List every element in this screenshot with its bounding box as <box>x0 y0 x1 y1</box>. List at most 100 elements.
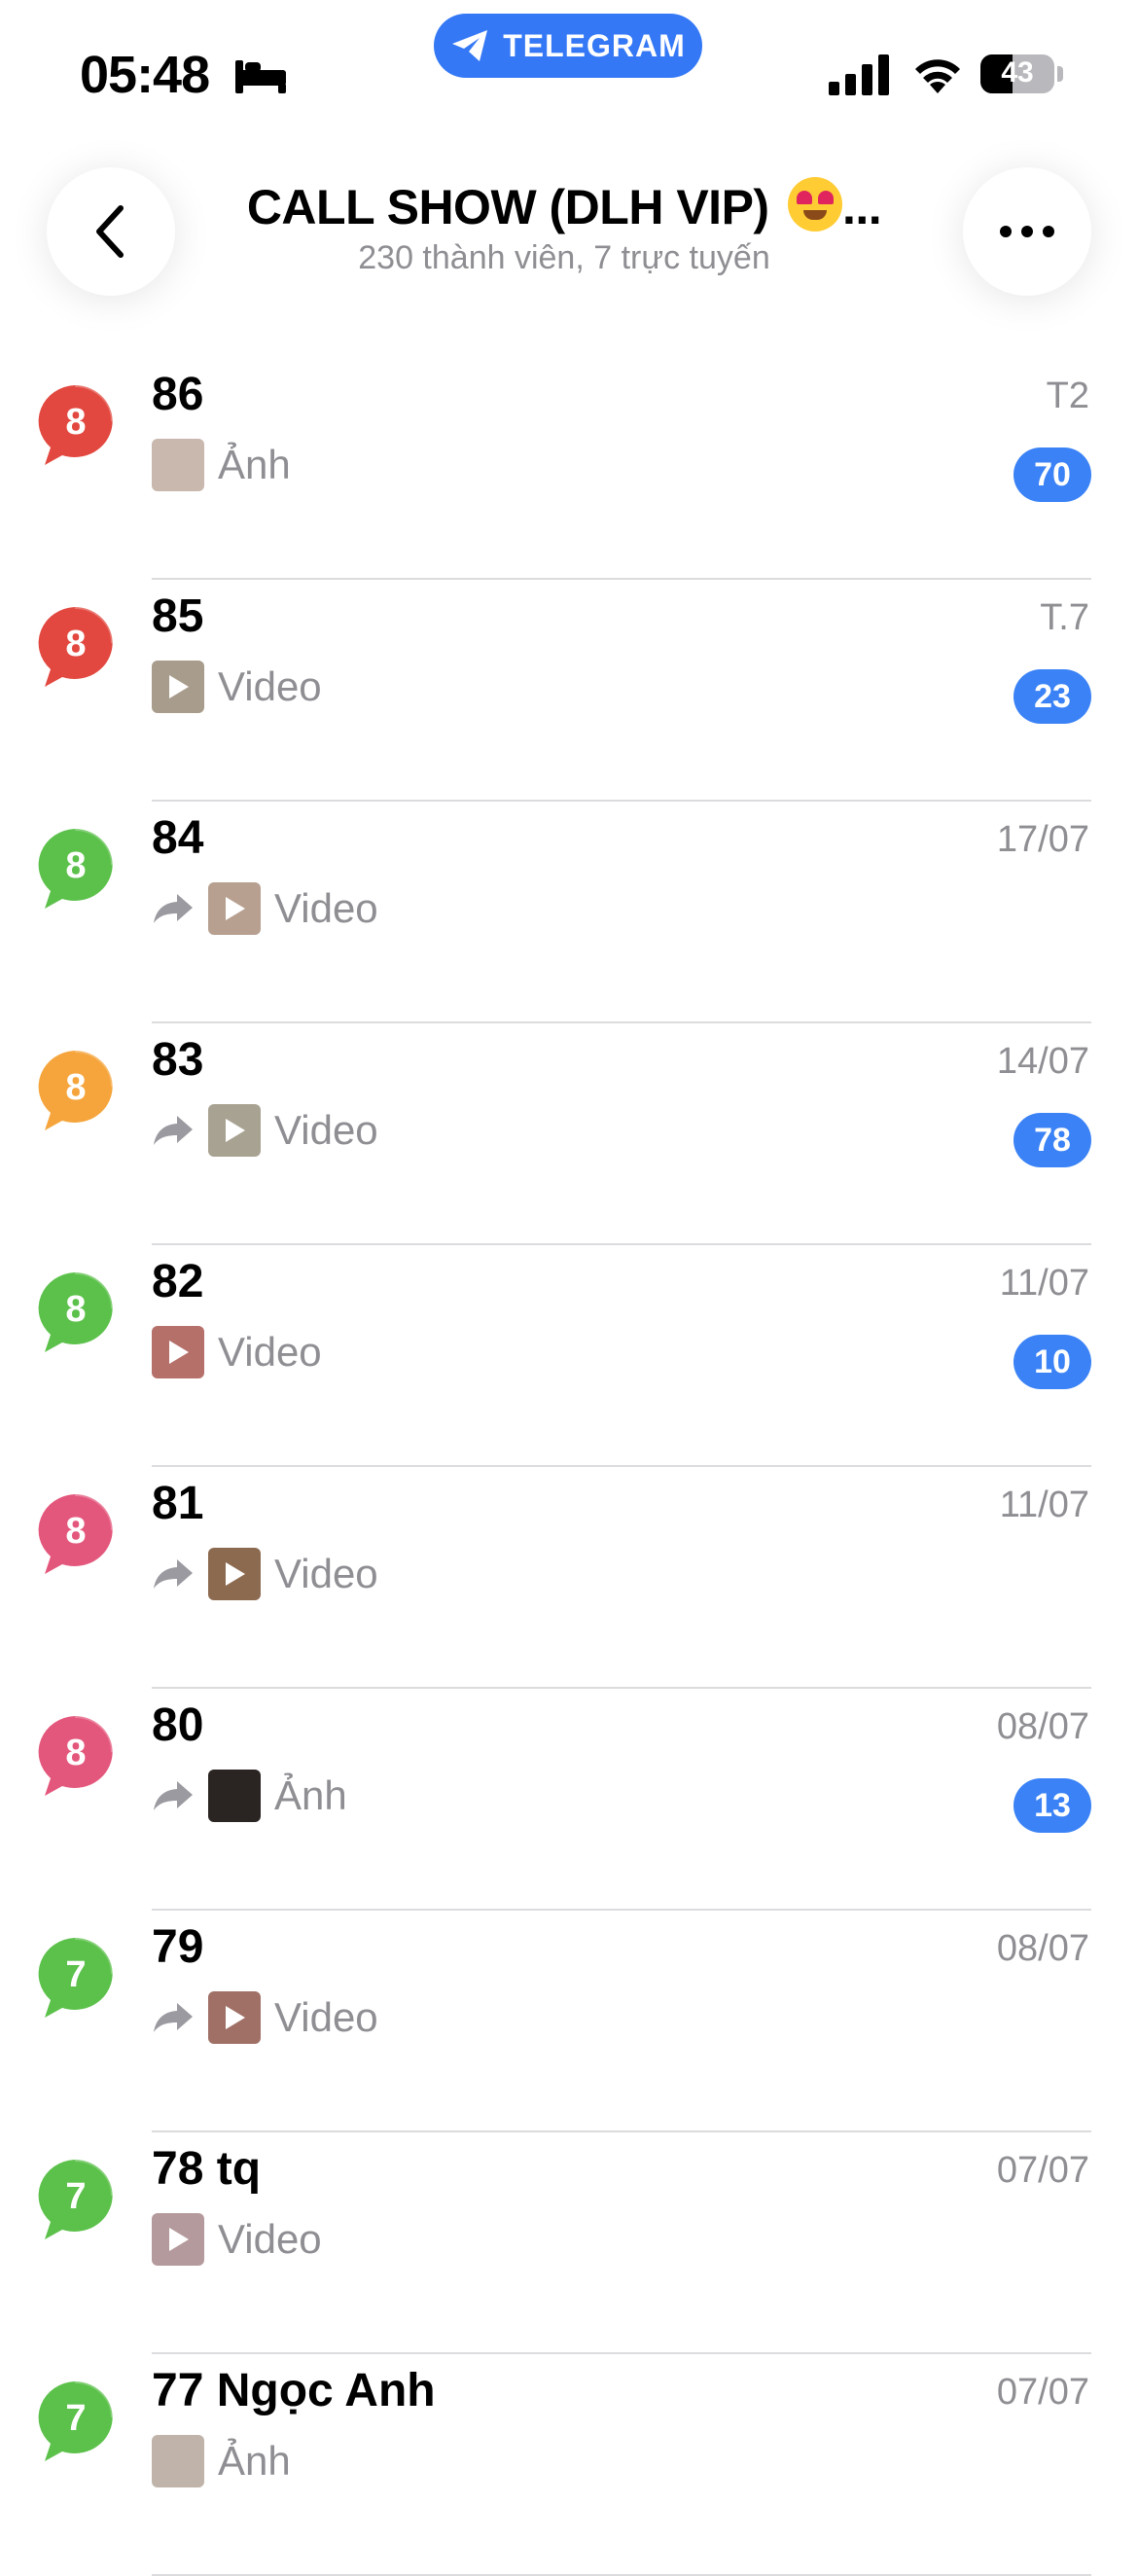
topic-date: 11/07 <box>999 1263 1089 1304</box>
topic-date: T2 <box>1046 376 1089 416</box>
topic-bubble-icon: 8 <box>38 383 115 465</box>
sleep-focus-icon <box>235 60 286 93</box>
unread-count-badge: 10 <box>1014 1335 1091 1389</box>
topic-title: 84 <box>152 812 204 864</box>
play-icon <box>169 2228 189 2251</box>
topic-last-message: Ảnh <box>152 1769 347 1823</box>
play-icon <box>226 897 245 920</box>
topic-title: 77 Ngọc Anh <box>152 2365 436 2416</box>
media-type-label: Ảnh <box>218 442 291 487</box>
telegram-plane-icon <box>452 30 488 61</box>
topic-title: 82 <box>152 1256 204 1307</box>
topic-last-message: Video <box>152 881 378 936</box>
chat-subtitle: 230 thành viên, 7 trực tuyến <box>358 239 770 276</box>
forward-arrow-icon <box>154 894 193 923</box>
topic-title: 80 <box>152 1699 204 1751</box>
topic-date: 07/07 <box>996 2372 1089 2413</box>
topic-bubble-number: 7 <box>65 2398 86 2439</box>
battery-indicator: 43 <box>980 54 1054 93</box>
topic-row[interactable]: 8 83 14/07 Video 78 <box>0 1023 1138 1245</box>
media-thumbnail <box>208 1104 261 1157</box>
topic-bubble-number: 8 <box>65 1289 86 1330</box>
topic-last-message: Video <box>152 1103 378 1158</box>
topic-last-message: Ảnh <box>152 2434 291 2488</box>
forward-arrow-icon <box>154 1116 193 1145</box>
media-type-label: Video <box>218 2216 322 2262</box>
topic-row[interactable]: 8 80 08/07 Ảnh 13 <box>0 1689 1138 1911</box>
telegram-return-pill[interactable]: TELEGRAM <box>434 14 702 78</box>
battery-percent: 43 <box>1001 56 1034 89</box>
topic-bubble-icon: 8 <box>38 605 115 687</box>
topic-bubble-number: 7 <box>65 1954 86 1995</box>
topic-title: 81 <box>152 1478 204 1529</box>
play-icon <box>169 675 189 698</box>
topic-last-message: Video <box>152 660 322 714</box>
chat-title-text: CALL SHOW (DLH VIP) <box>246 180 769 234</box>
topic-row[interactable]: 8 85 T.7 Video 23 <box>0 580 1138 802</box>
topic-title: 85 <box>152 590 204 642</box>
topic-bubble-icon: 7 <box>38 2379 115 2461</box>
topic-last-message: Video <box>152 1547 378 1601</box>
topic-row[interactable]: 8 82 11/07 Video 10 <box>0 1245 1138 1467</box>
topic-bubble-number: 8 <box>65 1067 86 1108</box>
ellipsis-icon <box>1000 226 1054 237</box>
topic-title: 83 <box>152 1034 204 1086</box>
topic-date: 08/07 <box>996 1706 1089 1747</box>
cellular-signal-icon <box>829 54 889 95</box>
topic-bubble-icon: 8 <box>38 827 115 909</box>
topic-bubble-number: 8 <box>65 402 86 443</box>
topic-bubble-number: 8 <box>65 624 86 664</box>
status-bar: 05:48 TELEGRAM 43 <box>0 0 1138 146</box>
topic-bubble-number: 7 <box>65 2176 86 2217</box>
topic-title: 79 <box>152 1921 204 1973</box>
chevron-left-icon <box>96 205 124 258</box>
play-icon <box>226 2006 245 2029</box>
chat-title-ellipsis: ... <box>841 180 882 234</box>
topic-bubble-icon: 8 <box>38 1270 115 1352</box>
media-type-label: Video <box>218 1329 322 1375</box>
topic-row[interactable]: 8 84 17/07 Video <box>0 802 1138 1023</box>
forward-arrow-icon <box>154 2003 193 2032</box>
topic-row[interactable]: 7 79 08/07 Video <box>0 1911 1138 2132</box>
topic-bubble-icon: 8 <box>38 1492 115 1574</box>
topic-row[interactable]: 7 77 Ngọc Anh 07/07 Ảnh <box>0 2354 1138 2576</box>
topic-bubble-icon: 7 <box>38 2158 115 2239</box>
topic-date: 11/07 <box>999 1485 1089 1525</box>
topic-bubble-number: 8 <box>65 845 86 886</box>
topic-date: 08/07 <box>996 1928 1089 1969</box>
back-button[interactable] <box>47 167 175 296</box>
topic-last-message: Video <box>152 1325 322 1379</box>
more-options-button[interactable] <box>963 167 1091 296</box>
status-time: 05:48 <box>80 46 210 104</box>
media-thumbnail <box>152 1326 204 1378</box>
topic-bubble-number: 8 <box>65 1733 86 1773</box>
play-icon <box>226 1562 245 1586</box>
topic-title: 86 <box>152 369 204 420</box>
topic-bubble-number: 8 <box>65 1511 86 1552</box>
heart-eyes-emoji-icon <box>787 177 842 232</box>
topic-row[interactable]: 8 81 11/07 Video <box>0 1467 1138 1689</box>
wifi-icon <box>915 59 960 93</box>
topic-bubble-icon: 7 <box>38 1936 115 2018</box>
unread-count-badge: 23 <box>1014 669 1091 724</box>
topic-row[interactable]: 8 86 T2 Ảnh 70 <box>0 358 1138 580</box>
topic-row[interactable]: 7 78 tq 07/07 Video <box>0 2132 1138 2354</box>
topic-date: 07/07 <box>996 2150 1089 2191</box>
media-type-label: Video <box>274 885 378 931</box>
media-type-label: Ảnh <box>218 2438 291 2484</box>
play-icon <box>226 1119 245 1142</box>
media-thumbnail <box>152 2435 204 2487</box>
chat-title-area[interactable]: CALL SHOW (DLH VIP) ... 230 thành viên, … <box>214 177 914 277</box>
topic-date: T.7 <box>1040 597 1089 638</box>
media-type-label: Ảnh <box>274 1772 347 1818</box>
media-thumbnail <box>208 1770 261 1822</box>
battery-cap <box>1057 66 1063 82</box>
topic-title: 78 tq <box>152 2143 262 2195</box>
unread-count-badge: 13 <box>1014 1778 1091 1833</box>
chat-title: CALL SHOW (DLH VIP) ... <box>214 177 914 235</box>
media-thumbnail <box>208 1991 261 2044</box>
forward-arrow-icon <box>154 1559 193 1589</box>
media-thumbnail <box>208 882 261 935</box>
media-type-label: Video <box>274 1551 378 1596</box>
media-thumbnail <box>152 439 204 491</box>
